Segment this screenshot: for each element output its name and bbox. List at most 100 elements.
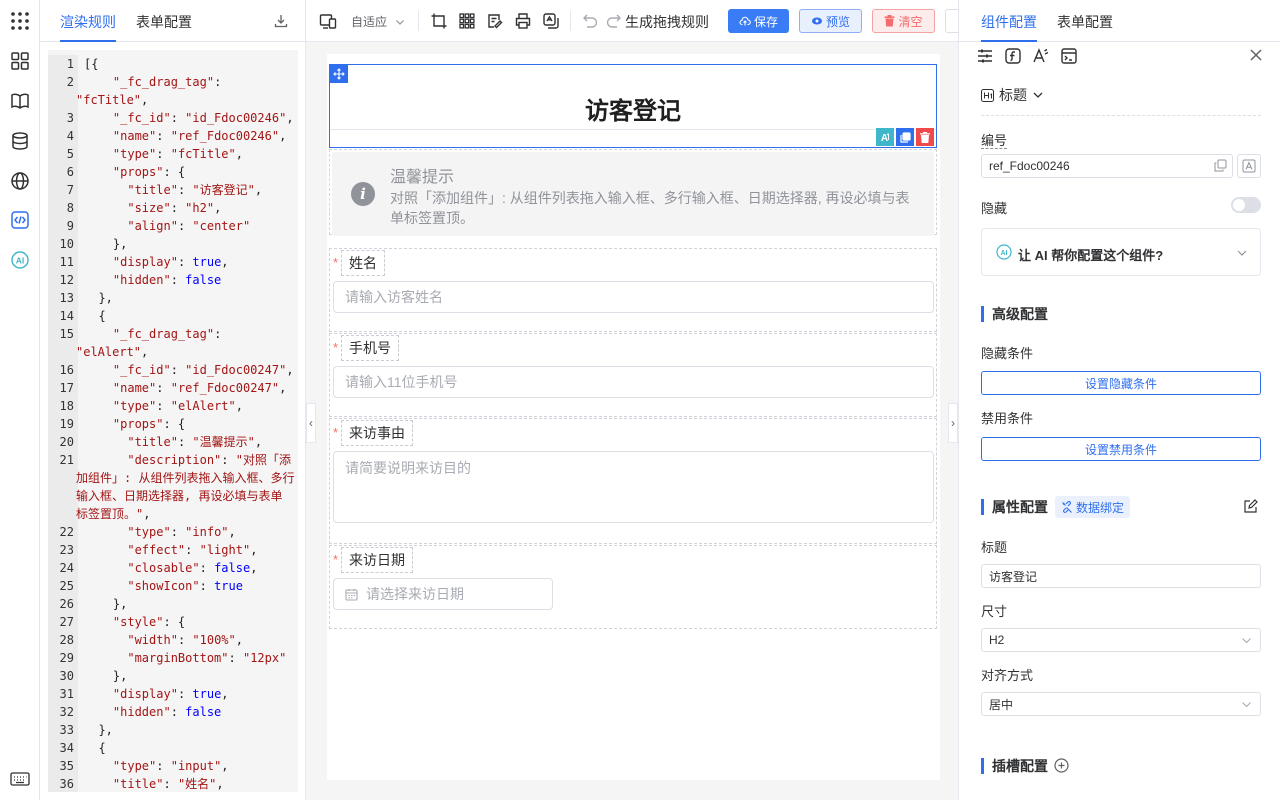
text-style-icon[interactable]: [1032, 47, 1050, 65]
function-icon[interactable]: [1004, 47, 1022, 65]
code-token: "props": [112, 165, 164, 179]
set-hide-condition-button[interactable]: 设置隐藏条件: [981, 371, 1261, 395]
alert-wrapper[interactable]: i 温馨提示 对照「添加组件」: 从组件列表拖入输入框、多行输入框、日期选择器,…: [329, 149, 937, 236]
code-token: "h2": [185, 201, 215, 215]
calendar-icon: [345, 588, 358, 601]
code-text: "display": true,: [84, 253, 229, 271]
delete-icon[interactable]: [916, 128, 934, 146]
reason-textarea[interactable]: 请简要说明来访目的: [333, 451, 934, 523]
book-icon[interactable]: [10, 91, 30, 111]
line-number: 33: [59, 723, 74, 737]
code-token: "type": [112, 399, 157, 413]
edit-icon[interactable]: [1243, 499, 1258, 514]
code-text: 标签置顶。",: [76, 505, 150, 523]
heading-icon: [981, 88, 994, 102]
name-input[interactable]: 请输入访客姓名: [333, 281, 934, 313]
title-input[interactable]: 访客登记: [981, 564, 1261, 588]
set-disable-condition-button[interactable]: 设置禁用条件: [981, 437, 1261, 461]
download-icon[interactable]: [273, 13, 289, 29]
generate-rules-button[interactable]: 生成拖拽规则: [625, 12, 709, 32]
code-line: 4 "name": "ref_Fdoc00246",: [48, 127, 298, 145]
code-token: :: [156, 147, 171, 161]
device-icon[interactable]: [319, 12, 337, 30]
align-select[interactable]: 居中: [981, 692, 1261, 716]
sliders-icon[interactable]: [976, 47, 994, 65]
line-number: 18: [59, 399, 74, 413]
code-line: 26 },: [48, 595, 298, 613]
code-line: 6 "props": {: [48, 163, 298, 181]
preview-button[interactable]: 预览: [799, 9, 862, 33]
crop-icon[interactable]: [430, 12, 448, 30]
adaptive-select[interactable]: 自适应: [351, 13, 405, 30]
clear-button[interactable]: 清空: [872, 9, 935, 33]
line-number: 28: [59, 633, 74, 647]
tab-form-config[interactable]: 表单配置: [136, 12, 192, 40]
copy-icon[interactable]: [896, 128, 914, 146]
code-token: "100%": [192, 633, 236, 647]
id-input[interactable]: ref_Fdoc00246: [981, 154, 1233, 178]
ai-config-panel[interactable]: AI 让 AI 帮你配置这个组件?: [981, 228, 1261, 276]
script-icon[interactable]: [1060, 47, 1078, 65]
code-token: "type": [112, 759, 157, 773]
code-text: "marginBottom": "12px": [84, 649, 286, 667]
code-token: "showIcon": [127, 579, 200, 593]
line-number: 22: [59, 525, 74, 539]
tab-component-config[interactable]: 组件配置: [981, 12, 1037, 42]
line-number: 11: [59, 255, 74, 269]
overflow-button[interactable]: [945, 9, 958, 33]
tab-render-rules[interactable]: 渲染规则: [60, 12, 116, 42]
code-token: "_fc_drag_tag": [112, 75, 215, 89]
components-icon[interactable]: [10, 51, 30, 71]
line-number: 32: [59, 705, 74, 719]
close-icon[interactable]: [1249, 48, 1263, 62]
collapse-left-button[interactable]: ‹: [306, 403, 316, 443]
size-select[interactable]: H2: [981, 628, 1261, 652]
code-editor[interactable]: 1[{2 "_fc_drag_tag": "fcTitle", 3 "_fc_id"…: [48, 50, 298, 792]
move-handle-icon[interactable]: [330, 65, 348, 83]
save-button[interactable]: 保存: [728, 9, 789, 33]
hidden-toggle[interactable]: [1231, 197, 1261, 213]
copy-icon[interactable]: [1214, 159, 1227, 172]
code-token: "elAlert": [76, 345, 142, 359]
undo-icon[interactable]: [581, 12, 599, 30]
code-token: },: [84, 291, 113, 305]
add-circle-icon[interactable]: [1054, 758, 1069, 773]
code-token: {: [84, 309, 106, 323]
print-icon[interactable]: [514, 12, 532, 30]
code-line: 12 "hidden": false: [48, 271, 298, 289]
date-placeholder: 请选择来访日期: [366, 586, 464, 602]
collapse-right-button[interactable]: ›: [948, 403, 958, 443]
code-text: },: [84, 289, 113, 307]
title-component[interactable]: 访客登记 A: [329, 64, 937, 148]
code-text: },: [84, 595, 127, 613]
code-icon[interactable]: [10, 210, 30, 230]
data-binding-button[interactable]: 数据绑定: [1055, 496, 1131, 518]
apps-menu-icon[interactable]: [10, 11, 30, 31]
phone-input[interactable]: 请输入11位手机号: [333, 366, 934, 398]
ai-chat-icon[interactable]: [542, 12, 560, 30]
database-icon[interactable]: [10, 131, 30, 151]
grid-icon[interactable]: [458, 12, 476, 30]
edit-note-icon[interactable]: [486, 12, 504, 30]
text-format-icon[interactable]: [1237, 154, 1261, 178]
chevron-down-icon: [395, 17, 405, 27]
size-label: 尺寸: [981, 604, 1008, 619]
code-token: "name": [112, 129, 157, 143]
code-text: "align": "center": [84, 217, 250, 235]
ai-action-icon[interactable]: A: [876, 128, 894, 146]
date-picker[interactable]: 请选择来访日期: [333, 578, 553, 610]
redo-icon[interactable]: [605, 12, 623, 30]
divider: [418, 11, 419, 31]
ai-icon[interactable]: AI: [10, 250, 30, 270]
globe-icon[interactable]: [10, 171, 30, 191]
code-text: },: [84, 235, 127, 253]
chevron-down-icon: [1236, 247, 1248, 259]
component-type-select[interactable]: 标题: [981, 85, 1044, 105]
tab-form-config[interactable]: 表单配置: [1057, 12, 1113, 40]
code-token: :: [185, 543, 200, 557]
component-type-label: 标题: [999, 87, 1027, 103]
keyboard-icon[interactable]: [10, 771, 30, 787]
